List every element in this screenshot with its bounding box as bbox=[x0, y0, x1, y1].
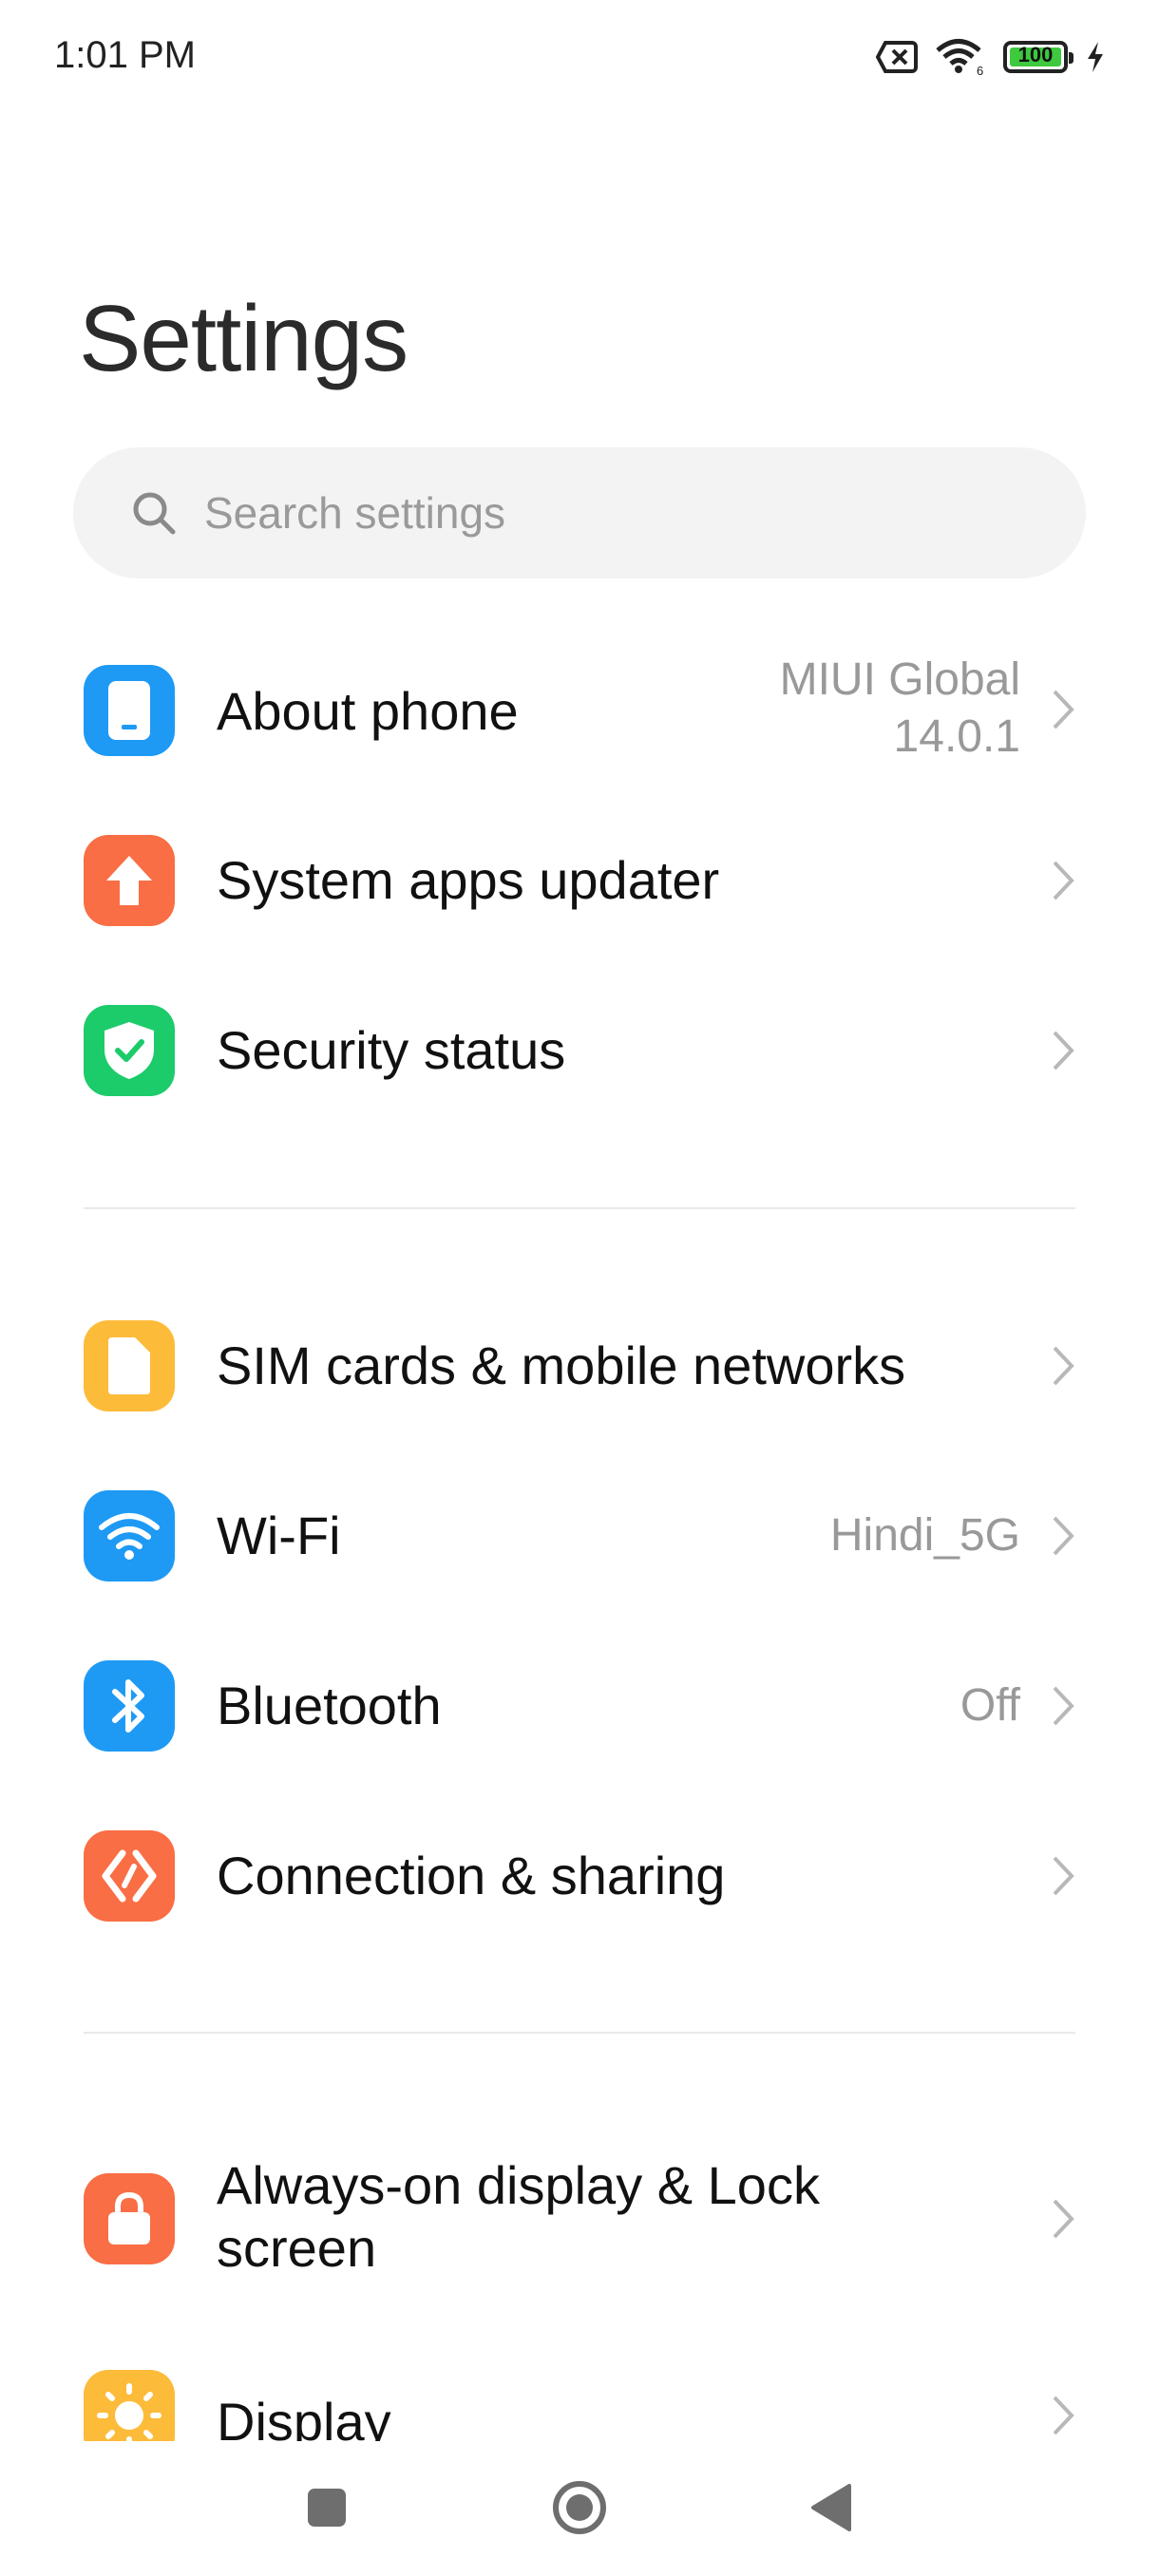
chevron-right-icon bbox=[1053, 2199, 1074, 2239]
section-divider bbox=[84, 2032, 1075, 2034]
battery-level: 100 bbox=[1017, 43, 1054, 66]
settings-item-label: Connection & sharing bbox=[217, 1846, 726, 1905]
value-line-1: MIUI Global bbox=[779, 654, 1020, 705]
security-status-icon-tile bbox=[84, 1005, 175, 1096]
connection-sharing-icon bbox=[102, 1849, 157, 1903]
sun-icon bbox=[97, 2383, 162, 2448]
wifi-icon-tile bbox=[84, 1490, 175, 1582]
settings-item-value: MIUI Global 14.0.1 bbox=[780, 652, 1020, 766]
settings-item-label: Always-on display & Lock screen bbox=[217, 2154, 820, 2280]
status-icons: 6 100 bbox=[876, 38, 1106, 76]
recents-square-icon[interactable] bbox=[306, 2487, 348, 2529]
battery-icon: 100 bbox=[1003, 41, 1074, 73]
chevron-right-icon bbox=[1053, 1686, 1074, 1726]
search-icon bbox=[133, 492, 176, 535]
section-divider bbox=[84, 1207, 1075, 1209]
settings-item-label: Security status bbox=[217, 1020, 566, 1080]
search-bar[interactable]: Search settings bbox=[73, 447, 1086, 578]
chevron-right-icon bbox=[1053, 1346, 1074, 1386]
chevron-right-icon bbox=[1053, 1856, 1074, 1896]
settings-item-system-apps-updater[interactable]: System apps updater bbox=[0, 835, 1159, 949]
about-phone-icon-tile bbox=[84, 665, 175, 756]
chevron-right-icon bbox=[1053, 1516, 1074, 1556]
settings-item-label: Wi-Fi bbox=[217, 1506, 341, 1565]
wifi-icon bbox=[99, 1513, 160, 1560]
page-title: Settings bbox=[79, 286, 408, 390]
settings-item-value: Hindi_5G bbox=[829, 1510, 1020, 1561]
status-time: 1:01 PM bbox=[54, 34, 196, 76]
sim-cards-icon-tile bbox=[84, 1320, 175, 1411]
upload-arrow-icon bbox=[106, 856, 152, 905]
chevron-right-icon bbox=[1053, 1031, 1074, 1070]
phone-icon bbox=[108, 681, 150, 740]
settings-item-label: About phone bbox=[217, 681, 519, 741]
no-sim-icon bbox=[876, 41, 918, 73]
chevron-right-icon bbox=[1053, 2396, 1074, 2435]
chevron-right-icon bbox=[1053, 861, 1074, 900]
settings-item-about-phone[interactable]: About phone MIUI Global 14.0.1 bbox=[0, 654, 1159, 798]
settings-item-connection-sharing[interactable]: Connection & sharing bbox=[0, 1830, 1159, 1944]
settings-item-label: Bluetooth bbox=[217, 1676, 442, 1735]
settings-item-value: Off bbox=[960, 1680, 1020, 1731]
connection-sharing-icon-tile bbox=[84, 1830, 175, 1922]
navigation-bar bbox=[0, 2441, 1159, 2576]
status-bar: 1:01 PM 6 100 bbox=[0, 0, 1159, 114]
sim-card-icon bbox=[108, 1337, 150, 1394]
settings-item-label: SIM cards & mobile networks bbox=[217, 1335, 906, 1395]
always-on-display-icon-tile bbox=[84, 2173, 175, 2264]
label-line-2: screen bbox=[217, 2218, 377, 2278]
settings-item-bluetooth[interactable]: Bluetooth Off bbox=[0, 1660, 1159, 1774]
charging-icon bbox=[1088, 42, 1103, 72]
label-line-1: Always-on display & Lock bbox=[217, 2155, 820, 2215]
settings-item-wifi[interactable]: Wi-Fi Hindi_5G bbox=[0, 1490, 1159, 1604]
settings-item-always-on-display-lock-screen[interactable]: Always-on display & Lock screen bbox=[0, 2155, 1159, 2325]
settings-item-sim-cards[interactable]: SIM cards & mobile networks bbox=[0, 1320, 1159, 1434]
settings-item-security-status[interactable]: Security status bbox=[0, 1005, 1159, 1119]
search-input-placeholder: Search settings bbox=[204, 488, 506, 538]
bluetooth-icon-tile bbox=[84, 1660, 175, 1752]
chevron-right-icon bbox=[1053, 690, 1074, 729]
value-line-2: 14.0.1 bbox=[893, 711, 1020, 762]
wifi-6-icon: 6 bbox=[936, 39, 983, 76]
home-circle-icon[interactable] bbox=[551, 2479, 608, 2536]
back-triangle-icon[interactable] bbox=[809, 2483, 853, 2532]
svg-text:6: 6 bbox=[977, 64, 983, 76]
settings-item-label: System apps updater bbox=[217, 850, 720, 910]
shield-check-icon bbox=[104, 1022, 154, 1079]
bluetooth-icon bbox=[112, 1679, 144, 1733]
lock-icon bbox=[108, 2191, 150, 2245]
system-apps-updater-icon-tile bbox=[84, 835, 175, 926]
